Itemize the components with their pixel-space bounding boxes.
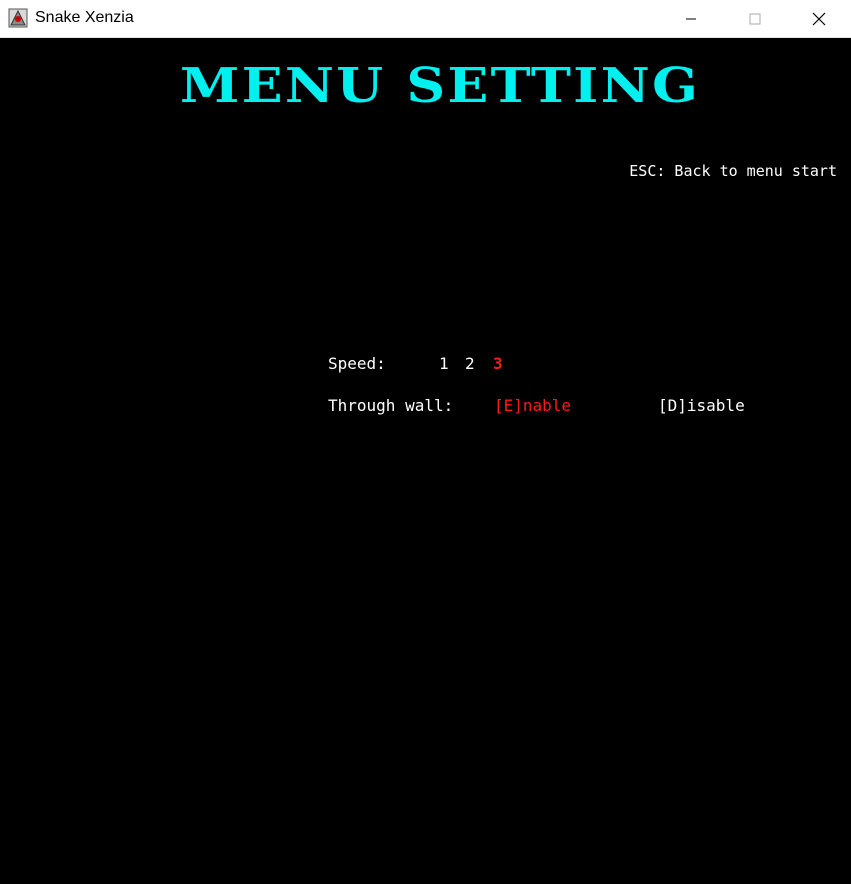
maximize-button[interactable] [732, 0, 778, 38]
app-window: Snake Xenzia MENU SETTING ESC: Back to m… [0, 0, 851, 884]
through-wall-disable-option[interactable]: [D]isable [658, 396, 745, 415]
esc-hint: ESC: Back to menu start [629, 162, 837, 180]
speed-option-3-selected[interactable]: 3 [493, 354, 503, 373]
app-icon [8, 8, 28, 28]
through-wall-label: Through wall: [328, 396, 454, 415]
minimize-icon [686, 18, 696, 20]
speed-label: Speed: [328, 354, 386, 373]
game-canvas[interactable]: MENU SETTING ESC: Back to menu start Spe… [0, 38, 851, 884]
maximize-icon [749, 13, 761, 25]
through-wall-enable-option[interactable]: [E]nable [494, 396, 571, 415]
speed-option-2[interactable]: 2 [465, 354, 475, 373]
close-icon [812, 12, 826, 26]
menu-heading: MENU SETTING [179, 58, 701, 114]
speed-option-1[interactable]: 1 [439, 354, 449, 373]
window-title: Snake Xenzia [35, 9, 134, 26]
minimize-button[interactable] [668, 0, 714, 38]
title-bar[interactable]: Snake Xenzia [0, 0, 851, 38]
close-button[interactable] [796, 0, 842, 38]
